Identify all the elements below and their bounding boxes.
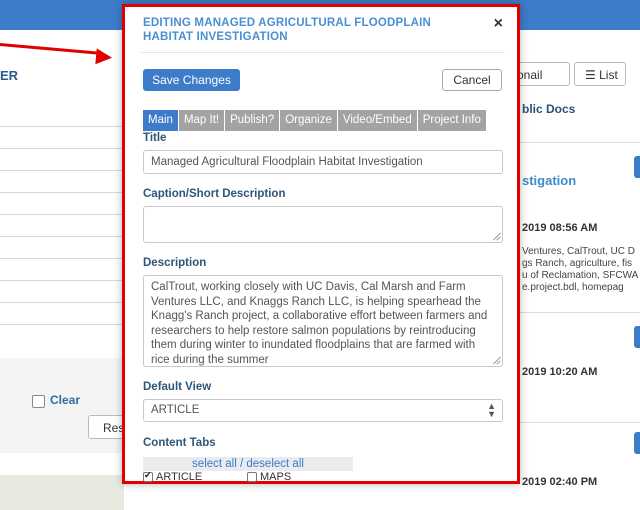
clear-checkbox[interactable] xyxy=(32,395,45,408)
item-tags-line: gs Ranch, agriculture, fis xyxy=(522,258,633,269)
title-label: Title xyxy=(143,132,167,144)
default-view-label: Default View xyxy=(143,381,212,393)
divider xyxy=(0,148,124,149)
close-icon[interactable]: × xyxy=(494,15,503,33)
select-separator: / xyxy=(236,458,247,470)
email-button[interactable]: onail xyxy=(512,62,570,86)
divider xyxy=(0,214,124,215)
divider xyxy=(0,324,124,325)
item-tags-line: u of Reclamation, SFCWA xyxy=(522,270,639,281)
divider xyxy=(0,258,124,259)
tab-video-embed[interactable]: Video/Embed xyxy=(337,110,417,131)
list-icon: ☰ xyxy=(585,68,596,82)
annotation-arrow-head xyxy=(95,48,113,66)
article-checkbox[interactable] xyxy=(143,470,153,482)
description-value: CalTrout, working closely with UC Davis,… xyxy=(151,281,488,366)
item-tags-line: e.project.bdl, homepag xyxy=(522,282,624,293)
description-textarea[interactable]: CalTrout, working closely with UC Davis,… xyxy=(143,275,503,367)
default-view-value: ARTICLE xyxy=(151,404,200,416)
map-preview xyxy=(0,475,124,510)
tab-main[interactable]: Main xyxy=(143,110,178,131)
divider xyxy=(0,192,124,193)
content-tab-article[interactable]: ARTICLE xyxy=(143,470,203,483)
modal-title: EDITING MANAGED AGRICULTURAL FLOODPLAIN … xyxy=(143,17,432,43)
item-date: 2019 10:20 AM xyxy=(522,366,598,378)
item-action-button[interactable] xyxy=(634,326,640,348)
maps-checkbox[interactable] xyxy=(247,472,257,482)
background-right-panel: onail ☰ List blic Docs stigation 2019 08… xyxy=(512,30,640,488)
item-date: 2019 02:40 PM xyxy=(522,476,598,488)
divider xyxy=(0,280,124,281)
maps-label: MAPS xyxy=(260,471,292,483)
select-all-bar: select all / deselect all xyxy=(143,457,353,471)
public-docs-link[interactable]: blic Docs xyxy=(522,102,575,116)
tab-project-info[interactable]: Project Info xyxy=(417,110,486,131)
save-changes-button[interactable]: Save Changes xyxy=(143,69,240,91)
content-tabs-label: Content Tabs xyxy=(143,437,216,449)
caption-textarea[interactable] xyxy=(143,206,503,243)
divider xyxy=(520,142,640,143)
item-action-button[interactable] xyxy=(634,156,640,178)
list-label: List xyxy=(599,68,618,82)
divider xyxy=(0,126,124,127)
select-arrows-icon: ▲ ▼ xyxy=(487,401,496,419)
deselect-all-link[interactable]: deselect all xyxy=(246,458,304,470)
divider xyxy=(0,170,124,171)
item-action-button[interactable] xyxy=(634,432,640,454)
cancel-button[interactable]: Cancel xyxy=(442,69,502,91)
content-tab-maps[interactable]: MAPS xyxy=(247,471,291,483)
clear-label[interactable]: Clear xyxy=(50,393,80,407)
divider xyxy=(520,312,640,313)
resize-handle-icon[interactable] xyxy=(492,232,500,240)
background-left-panel: ER Clear Res xyxy=(0,30,128,510)
editor-tabs: Main Map It! Publish? Organize Video/Emb… xyxy=(143,110,486,131)
divider xyxy=(0,302,124,303)
project-title-link[interactable]: stigation xyxy=(522,173,576,188)
item-tags-line: Ventures, CalTrout, UC D xyxy=(522,246,636,257)
item-date: 2019 08:56 AM xyxy=(522,222,598,234)
tab-map-it[interactable]: Map It! xyxy=(178,110,225,131)
tab-organize[interactable]: Organize xyxy=(280,110,337,131)
tab-publish[interactable]: Publish? xyxy=(225,110,280,131)
divider xyxy=(141,52,505,53)
left-panel-heading: ER xyxy=(0,68,19,83)
list-view-button[interactable]: ☰ List xyxy=(574,62,626,86)
edit-modal: EDITING MANAGED AGRICULTURAL FLOODPLAIN … xyxy=(122,4,520,484)
default-view-select[interactable]: ARTICLE ▲ ▼ xyxy=(143,399,503,422)
select-all-link[interactable]: select all xyxy=(192,458,237,470)
resize-handle-icon[interactable] xyxy=(492,356,500,364)
caption-label: Caption/Short Description xyxy=(143,188,286,200)
title-input[interactable]: Managed Agricultural Floodplain Habitat … xyxy=(143,150,503,174)
article-label: ARTICLE xyxy=(156,471,203,483)
description-label: Description xyxy=(143,257,207,269)
divider xyxy=(520,422,640,423)
divider xyxy=(0,236,124,237)
